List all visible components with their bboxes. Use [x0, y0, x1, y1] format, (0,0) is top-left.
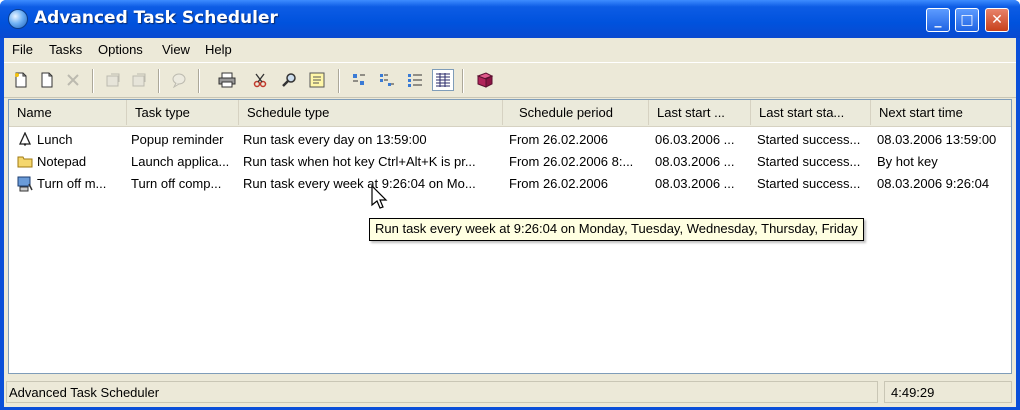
bell-icon	[17, 131, 33, 148]
cell-schedule-period: From 26.02.2006	[509, 176, 609, 191]
column-header-last-status[interactable]: Last start sta...	[751, 100, 871, 125]
cell-last-status: Started success...	[757, 154, 861, 169]
table-row[interactable]: Turn off m... Turn off comp... Run task …	[9, 173, 1011, 195]
toolbar-separator	[338, 69, 340, 93]
cell-schedule-type: Run task every day on 13:59:00	[243, 132, 427, 147]
menu-file[interactable]: File	[12, 42, 33, 57]
column-header-schedule-period[interactable]: Schedule period	[503, 100, 649, 125]
cell-task-type: Turn off comp...	[131, 176, 222, 191]
list-header: Name Task type Schedule type Schedule pe…	[9, 100, 1011, 127]
menu-view[interactable]: View	[162, 42, 190, 57]
comment-icon[interactable]	[168, 69, 190, 91]
column-header-name[interactable]: Name	[9, 100, 127, 125]
cell-last-status: Started success...	[757, 132, 861, 147]
cell-last-start: 08.03.2006 ...	[655, 176, 735, 191]
cell-name: Lunch	[37, 132, 73, 147]
delete-icon[interactable]	[62, 69, 84, 91]
help-book-icon[interactable]	[474, 69, 496, 91]
computer-icon	[17, 176, 33, 192]
column-header-last-start[interactable]: Last start ...	[649, 100, 751, 125]
notes-icon[interactable]	[306, 69, 328, 91]
cell-schedule-period: From 26.02.2006 8:...	[509, 154, 634, 169]
cell-schedule-type: Run task when hot key Ctrl+Alt+K is pr..…	[243, 154, 476, 169]
window-title: Advanced Task Scheduler	[34, 8, 278, 28]
properties-icon[interactable]	[102, 69, 124, 91]
list-view-icon[interactable]	[404, 69, 426, 91]
toolbar-separator	[198, 69, 200, 93]
maximize-button[interactable]: □	[955, 8, 979, 32]
menu-options[interactable]: Options	[98, 42, 143, 57]
close-button[interactable]: ✕	[985, 8, 1009, 32]
cell-task-type: Popup reminder	[131, 132, 224, 147]
copy-properties-icon[interactable]	[128, 69, 150, 91]
small-icons-view-icon[interactable]	[376, 69, 398, 91]
new-task-icon[interactable]	[10, 69, 32, 91]
large-icons-view-icon[interactable]	[348, 69, 370, 91]
cut-icon[interactable]	[250, 69, 272, 91]
column-header-schedule-type[interactable]: Schedule type	[239, 100, 503, 125]
status-bar: Advanced Task Scheduler 4:49:29	[4, 378, 1016, 407]
details-view-icon[interactable]	[432, 69, 454, 91]
toolbar-separator	[92, 69, 94, 93]
schedule-tooltip: Run task every week at 9:26:04 on Monday…	[369, 218, 864, 241]
column-header-next-start[interactable]: Next start time	[871, 100, 1011, 125]
minimize-button[interactable]: _	[926, 8, 950, 32]
status-clock: 4:49:29	[884, 381, 1012, 403]
cell-last-start: 06.03.2006 ...	[655, 132, 735, 147]
status-text: Advanced Task Scheduler	[6, 381, 878, 403]
cell-last-start: 08.03.2006 ...	[655, 154, 735, 169]
cell-schedule-period: From 26.02.2006	[509, 132, 609, 147]
cell-last-status: Started success...	[757, 176, 861, 191]
app-window: Advanced Task Scheduler _ □ ✕ File Tasks…	[0, 0, 1020, 410]
toolbar-separator	[462, 69, 464, 93]
column-header-task-type[interactable]: Task type	[127, 100, 239, 125]
cell-name: Notepad	[37, 154, 87, 169]
title-bar[interactable]: Advanced Task Scheduler _ □ ✕	[0, 0, 1020, 38]
folder-icon	[17, 154, 33, 170]
toolbar	[4, 62, 1016, 98]
toolbar-separator	[158, 69, 160, 93]
cell-task-type: Launch applica...	[131, 154, 230, 169]
cell-next-start: By hot key	[877, 154, 938, 169]
menu-tasks[interactable]: Tasks	[49, 42, 82, 57]
table-row[interactable]: Notepad Launch applica... Run task when …	[9, 151, 1011, 173]
find-icon[interactable]	[278, 69, 300, 91]
menu-help[interactable]: Help	[205, 42, 232, 57]
menu-bar: File Tasks Options View Help	[4, 38, 1016, 62]
new-document-icon[interactable]	[36, 69, 58, 91]
globe-icon	[8, 9, 28, 29]
table-row[interactable]: Lunch Popup reminder Run task every day …	[9, 129, 1011, 151]
cell-next-start: 08.03.2006 13:59:00	[877, 132, 997, 147]
print-icon[interactable]	[216, 69, 238, 91]
cell-name: Turn off m...	[37, 176, 107, 191]
cell-next-start: 08.03.2006 9:26:04	[877, 176, 990, 191]
